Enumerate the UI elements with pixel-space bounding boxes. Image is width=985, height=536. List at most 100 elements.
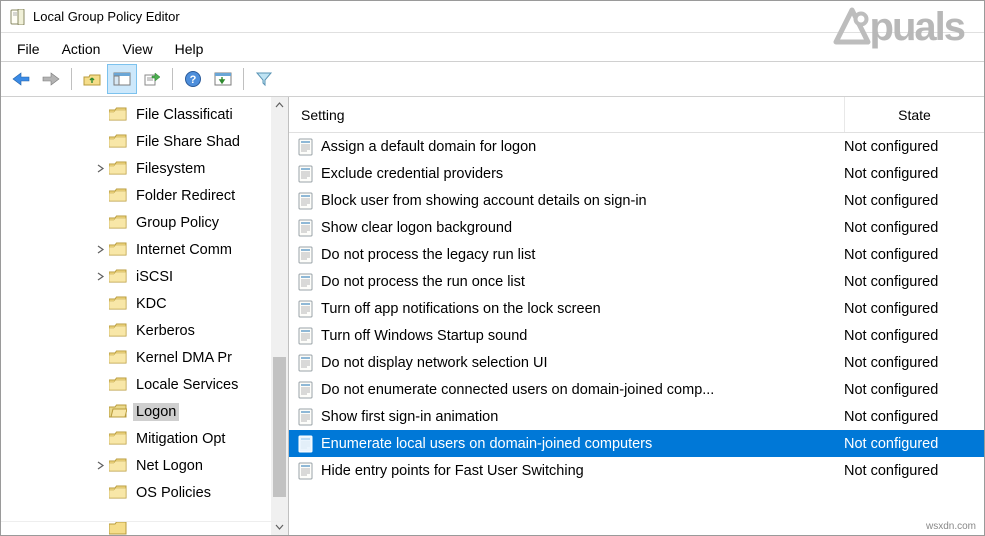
svg-text:?: ?	[190, 74, 197, 86]
appuals-logo: puals	[830, 5, 964, 50]
list-row[interactable]: Exclude credential providersNot configur…	[289, 160, 984, 187]
tree-pane[interactable]: File Classificati File Share Shad Filesyst…	[1, 97, 289, 535]
list-row[interactable]: Turn off app notifications on the lock s…	[289, 295, 984, 322]
folder-icon	[109, 350, 127, 365]
list-row[interactable]: Do not display network selection UINot c…	[289, 349, 984, 376]
list-row[interactable]: Do not enumerate connected users on doma…	[289, 376, 984, 403]
list-row[interactable]: Assign a default domain for logonNot con…	[289, 133, 984, 160]
tree-item[interactable]: Filesystem	[1, 155, 288, 182]
policy-setting-icon	[297, 435, 315, 453]
expander-icon[interactable]	[93, 459, 107, 473]
tree-item-label: Group Policy	[133, 214, 222, 232]
policy-setting-icon	[297, 381, 315, 399]
setting-name: Do not process the legacy run list	[321, 247, 844, 263]
tree-item-label: Mitigation Opt	[133, 430, 228, 448]
setting-name: Assign a default domain for logon	[321, 139, 844, 155]
folder-icon	[109, 215, 127, 230]
setting-state: Not configured	[844, 274, 984, 290]
appuals-text: puals	[870, 5, 964, 50]
folder-icon	[109, 404, 127, 419]
setting-state: Not configured	[844, 139, 984, 155]
help-button[interactable]: ?	[179, 65, 207, 93]
list-row[interactable]: Show first sign-in animationNot configur…	[289, 403, 984, 430]
tree-item[interactable]: Internet Comm	[1, 236, 288, 263]
column-state[interactable]: State	[844, 97, 984, 132]
setting-name: Show clear logon background	[321, 220, 844, 236]
menu-action[interactable]: Action	[52, 38, 111, 60]
setting-state: Not configured	[844, 409, 984, 425]
tree-item-partial[interactable]	[1, 521, 288, 535]
setting-name: Block user from showing account details …	[321, 193, 844, 209]
tree-item[interactable]: OS Policies	[1, 479, 288, 506]
tree-item-label: Logon	[133, 403, 179, 421]
tree-item-label: Kernel DMA Pr	[133, 349, 235, 367]
tree-item[interactable]: iSCSI	[1, 263, 288, 290]
toolbar-separator	[71, 68, 72, 90]
tree-item[interactable]: KDC	[1, 290, 288, 317]
tree-item[interactable]: Folder Redirect	[1, 182, 288, 209]
setting-state: Not configured	[844, 193, 984, 209]
menu-view[interactable]: View	[112, 38, 162, 60]
setting-name: Exclude credential providers	[321, 166, 844, 182]
list-row[interactable]: Block user from showing account details …	[289, 187, 984, 214]
show-hide-tree-button[interactable]	[108, 65, 136, 93]
properties-button[interactable]	[209, 65, 237, 93]
tree-item[interactable]: Locale Services	[1, 371, 288, 398]
nav-forward-button[interactable]	[37, 65, 65, 93]
list-row[interactable]: Do not process the run once listNot conf…	[289, 268, 984, 295]
export-list-button[interactable]	[138, 65, 166, 93]
scroll-up-button[interactable]	[271, 97, 288, 114]
setting-state: Not configured	[844, 382, 984, 398]
tree-item[interactable]: Group Policy	[1, 209, 288, 236]
tree-item-label: KDC	[133, 295, 170, 313]
policy-setting-icon	[297, 327, 315, 345]
tree-item-label: Kerberos	[133, 322, 198, 340]
list-row[interactable]: Enumerate local users on domain-joined c…	[289, 430, 984, 457]
list-row[interactable]: Hide entry points for Fast User Switchin…	[289, 457, 984, 484]
setting-state: Not configured	[844, 301, 984, 317]
folder-icon	[109, 107, 127, 122]
list-row[interactable]: Do not process the legacy run listNot co…	[289, 241, 984, 268]
setting-state: Not configured	[844, 328, 984, 344]
setting-name: Show first sign-in animation	[321, 409, 844, 425]
setting-name: Turn off app notifications on the lock s…	[321, 301, 844, 317]
tree-item[interactable]: Net Logon	[1, 452, 288, 479]
setting-name: Hide entry points for Fast User Switchin…	[321, 463, 844, 479]
column-setting[interactable]: Setting	[289, 107, 844, 123]
list-row[interactable]: Turn off Windows Startup soundNot config…	[289, 322, 984, 349]
app-icon	[9, 9, 25, 25]
list-body[interactable]: Assign a default domain for logonNot con…	[289, 133, 984, 535]
folder-icon	[109, 269, 127, 284]
list-row[interactable]: Show clear logon backgroundNot configure…	[289, 214, 984, 241]
policy-setting-icon	[297, 246, 315, 264]
tree-item[interactable]: Kernel DMA Pr	[1, 344, 288, 371]
tree-item-label: Locale Services	[133, 376, 241, 394]
setting-name: Do not display network selection UI	[321, 355, 844, 371]
setting-state: Not configured	[844, 355, 984, 371]
tree-item[interactable]: Mitigation Opt	[1, 425, 288, 452]
setting-name: Enumerate local users on domain-joined c…	[321, 436, 844, 452]
tree-item[interactable]: File Share Shad	[1, 128, 288, 155]
expander-icon[interactable]	[93, 270, 107, 284]
folder-icon	[109, 431, 127, 446]
tree-item[interactable]: Kerberos	[1, 317, 288, 344]
up-level-button[interactable]	[78, 65, 106, 93]
tree-item-label: File Share Shad	[133, 133, 243, 151]
policy-setting-icon	[297, 462, 315, 480]
filter-button[interactable]	[250, 65, 278, 93]
tree-item-label: Net Logon	[133, 457, 206, 475]
scroll-thumb[interactable]	[273, 357, 286, 497]
menu-help[interactable]: Help	[165, 38, 214, 60]
policy-setting-icon	[297, 354, 315, 372]
tree-scrollbar[interactable]	[271, 97, 288, 535]
menu-file[interactable]: File	[7, 38, 50, 60]
setting-name: Turn off Windows Startup sound	[321, 328, 844, 344]
expander-icon[interactable]	[93, 162, 107, 176]
folder-icon	[109, 377, 127, 392]
expander-icon[interactable]	[93, 243, 107, 257]
tree-item[interactable]: Logon	[1, 398, 288, 425]
tree-item[interactable]: File Classificati	[1, 101, 288, 128]
policy-setting-icon	[297, 138, 315, 156]
nav-back-button[interactable]	[7, 65, 35, 93]
tree-item-label: Folder Redirect	[133, 187, 238, 205]
